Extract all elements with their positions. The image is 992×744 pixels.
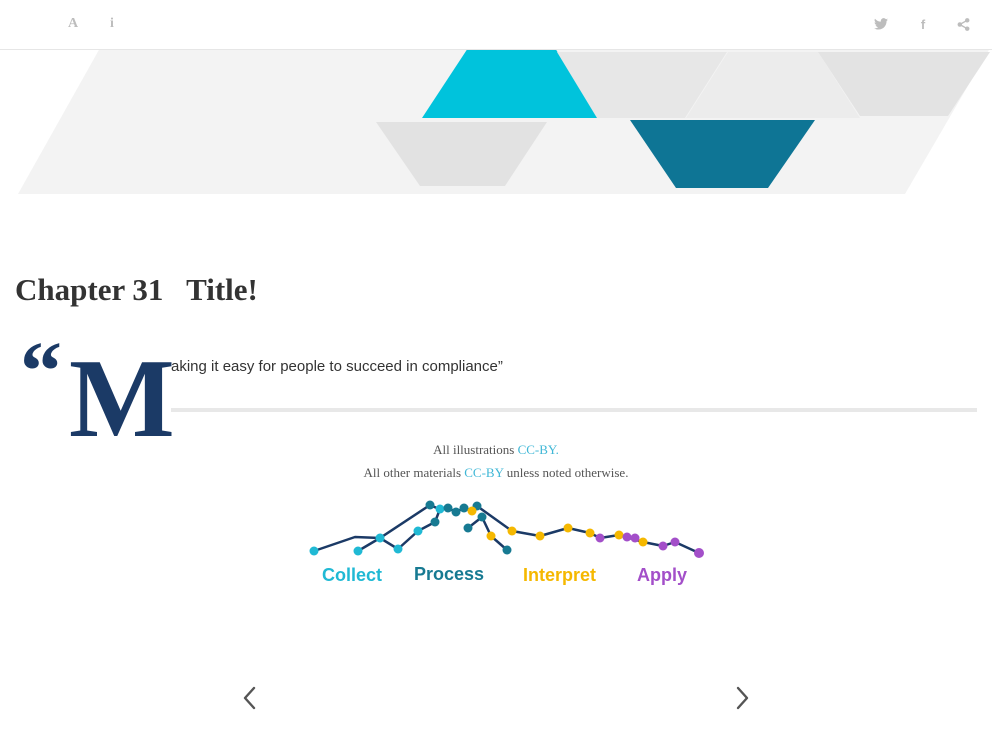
drop-cap-letter: M bbox=[69, 337, 175, 461]
stage-label-apply: Apply bbox=[637, 565, 687, 585]
license-materials: All other materials CC-BY unless noted o… bbox=[0, 465, 992, 481]
stages-graphic: Collect Process Interpret Apply bbox=[309, 500, 704, 585]
quote-divider bbox=[171, 408, 977, 412]
opening-quote-mark: “ bbox=[20, 325, 62, 418]
license-illustrations: All illustrations CC-BY. bbox=[0, 442, 992, 458]
chevron-left-icon bbox=[243, 686, 256, 710]
info-icon[interactable]: i bbox=[102, 14, 122, 34]
top-toolbar: A i f bbox=[0, 0, 992, 50]
license-materials-suffix: unless noted otherwise. bbox=[503, 465, 629, 480]
chapter-title: Chapter 31 Title! bbox=[15, 272, 258, 307]
license-materials-link[interactable]: CC-BY bbox=[464, 465, 503, 480]
next-page-button[interactable] bbox=[733, 684, 753, 712]
license-illustrations-label: All illustrations bbox=[433, 442, 518, 457]
share-icon[interactable] bbox=[953, 14, 973, 34]
stage-label-collect: Collect bbox=[322, 565, 382, 585]
stage-points-collect bbox=[309, 504, 445, 556]
previous-page-button[interactable] bbox=[239, 684, 259, 712]
stage-label-interpret: Interpret bbox=[523, 565, 596, 585]
quote-text: aking it easy for people to succeed in c… bbox=[171, 358, 503, 375]
license-materials-label: All other materials bbox=[363, 465, 465, 480]
font-settings-icon[interactable]: A bbox=[63, 14, 83, 34]
facebook-icon[interactable]: f bbox=[913, 14, 933, 34]
chevron-right-icon bbox=[736, 686, 749, 710]
license-illustrations-link[interactable]: CC-BY. bbox=[518, 442, 559, 457]
twitter-icon[interactable] bbox=[871, 14, 891, 34]
stage-label-process: Process bbox=[414, 564, 484, 584]
